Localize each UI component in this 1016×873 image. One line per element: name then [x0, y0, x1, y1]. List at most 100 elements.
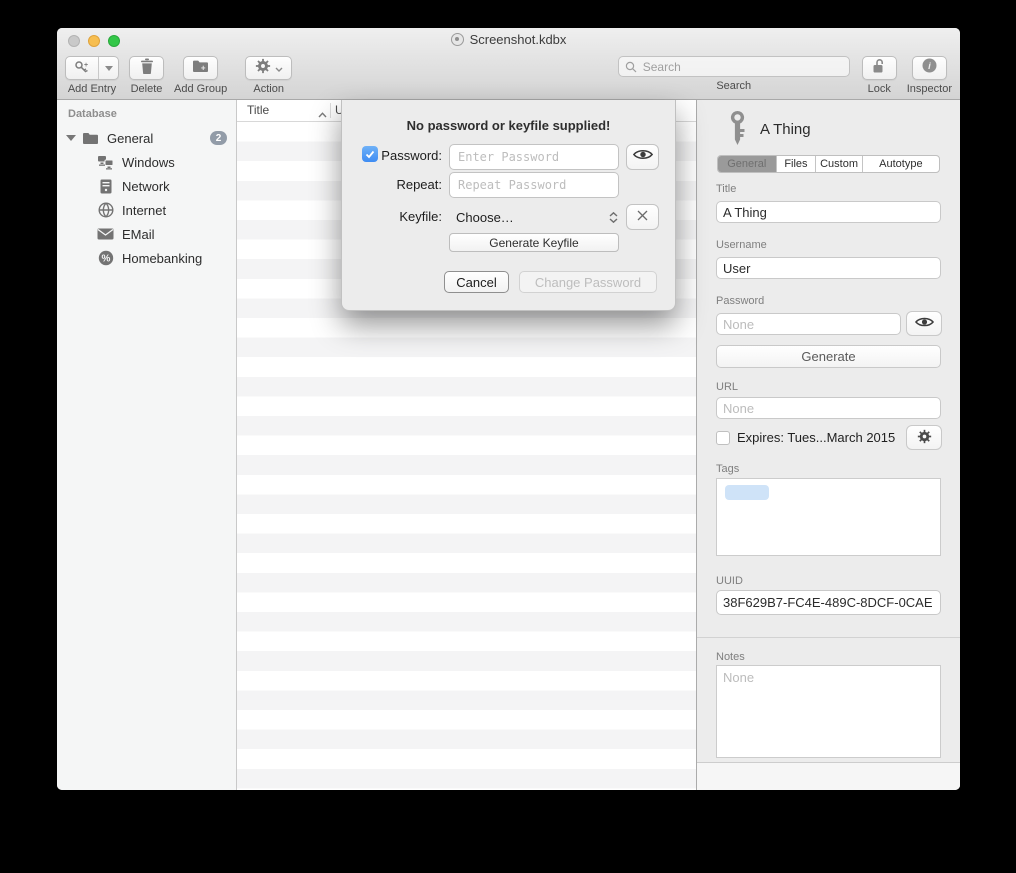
inspector-divider — [697, 637, 960, 638]
disclosure-triangle-icon[interactable] — [66, 135, 76, 141]
generate-keyfile-button[interactable]: Generate Keyfile — [449, 233, 619, 252]
tab-autotype[interactable]: Autotype — [863, 156, 939, 172]
dialog-password-input[interactable] — [449, 144, 619, 170]
url-input[interactable] — [716, 397, 941, 419]
trash-icon — [140, 58, 154, 79]
entry-title: A Thing — [760, 121, 811, 138]
envelope-icon — [97, 228, 114, 240]
sidebar-item-email[interactable]: EMail — [57, 222, 236, 246]
toolbar-lock: Lock — [862, 56, 897, 95]
windows-network-icon — [97, 155, 114, 170]
username-input[interactable] — [716, 257, 941, 279]
globe-icon — [97, 202, 114, 218]
title-area: Screenshot.kdbx — [57, 32, 960, 47]
search-field[interactable] — [618, 56, 850, 77]
folder-icon — [82, 132, 99, 145]
toolbar-action: Action — [245, 56, 292, 95]
tag-pill[interactable] — [725, 485, 769, 500]
toolbar-inspector: i Inspector — [907, 56, 952, 95]
sidebar-item-label: Homebanking — [122, 251, 202, 266]
keyfile-popup[interactable]: Choose… — [456, 207, 618, 227]
expires-settings-button[interactable] — [906, 425, 942, 450]
cancel-button-label: Cancel — [456, 275, 496, 290]
add-entry-dropdown-icon[interactable] — [99, 57, 118, 79]
sidebar-item-label: EMail — [122, 227, 155, 242]
cancel-button[interactable]: Cancel — [444, 271, 509, 293]
server-icon — [97, 179, 114, 194]
expires-label: Expires: Tues...March 2015 — [737, 430, 895, 445]
tags-box[interactable] — [716, 478, 941, 556]
percent-circle-icon: % — [97, 250, 114, 266]
column-separator[interactable] — [330, 103, 331, 118]
key-plus-icon[interactable]: + — [66, 57, 99, 79]
document-proxy-icon[interactable] — [451, 33, 464, 46]
add-entry-button[interactable]: + — [65, 56, 119, 80]
gear-icon — [255, 58, 271, 79]
sidebar-item-label: Network — [122, 179, 170, 194]
search-input[interactable] — [641, 59, 843, 75]
username-field-label: Username — [716, 239, 767, 251]
titlebar[interactable]: Screenshot.kdbx — [57, 28, 960, 52]
sidebar: Database General 2 Windows — [57, 100, 237, 790]
unlock-icon — [872, 58, 886, 79]
search-label: Search — [716, 80, 751, 92]
add-group-button[interactable]: + — [183, 56, 218, 80]
toolbar-delete: Delete — [129, 56, 164, 95]
sidebar-item-homebanking[interactable]: % Homebanking — [57, 246, 236, 270]
tab-files[interactable]: Files — [777, 156, 817, 172]
uuid-input[interactable] — [716, 590, 941, 615]
clear-keyfile-button[interactable] — [626, 204, 659, 230]
notes-field-label: Notes — [716, 651, 745, 663]
sort-ascending-icon — [318, 107, 327, 121]
dialog-repeat-input[interactable] — [449, 172, 619, 198]
tab-general[interactable]: General — [718, 156, 777, 172]
sidebar-item-windows[interactable]: Windows — [57, 150, 236, 174]
window-chrome: Screenshot.kdbx + Add Entry — [57, 28, 960, 100]
title-input[interactable] — [716, 201, 941, 223]
screenshot-stage: Screenshot.kdbx + Add Entry — [0, 0, 1016, 873]
delete-label: Delete — [131, 83, 163, 95]
lock-label: Lock — [868, 83, 891, 95]
lock-button[interactable] — [862, 56, 897, 80]
folder-plus-icon: + — [192, 59, 209, 78]
change-password-label: Change Password — [535, 275, 641, 290]
gear-icon — [917, 429, 932, 447]
inspector-panel: A Thing General Files Custom Autotype Ti… — [696, 100, 960, 790]
generate-keyfile-label: Generate Keyfile — [489, 236, 578, 250]
notes-textarea[interactable] — [716, 665, 941, 758]
expires-checkbox[interactable] — [716, 431, 730, 445]
change-password-button[interactable]: Change Password — [519, 271, 657, 293]
sidebar-section-header: Database — [68, 108, 117, 120]
uuid-field-label: UUID — [716, 575, 743, 587]
show-password-button[interactable] — [906, 311, 942, 336]
popup-stepper-icon — [609, 212, 618, 223]
sidebar-item-general[interactable]: General 2 — [57, 126, 236, 150]
sidebar-item-network[interactable]: Network — [57, 174, 236, 198]
key-icon — [727, 110, 748, 149]
expires-row: Expires: Tues...March 2015 — [716, 430, 895, 445]
sidebar-item-label: Windows — [122, 155, 175, 170]
keyfile-popup-value: Choose… — [456, 210, 514, 225]
chevron-down-icon — [275, 59, 283, 77]
inspector-tabs: General Files Custom Autotype — [717, 155, 940, 173]
eye-icon — [915, 316, 934, 331]
window-title: Screenshot.kdbx — [470, 32, 567, 47]
tab-custom[interactable]: Custom — [816, 156, 862, 172]
inspector-footer — [697, 762, 960, 790]
tags-field-label: Tags — [716, 463, 739, 475]
password-input[interactable] — [716, 313, 901, 335]
action-label: Action — [253, 83, 284, 95]
inspector-label: Inspector — [907, 83, 952, 95]
generate-password-button[interactable]: Generate — [716, 345, 941, 368]
close-icon — [637, 208, 648, 226]
dialog-show-password-button[interactable] — [626, 144, 659, 170]
svg-text:+: + — [84, 62, 88, 69]
sidebar-item-internet[interactable]: Internet — [57, 198, 236, 222]
dialog-repeat-label: Repeat: — [346, 177, 442, 192]
column-header-title[interactable]: Title — [247, 103, 269, 117]
svg-text:i: i — [928, 61, 931, 72]
delete-button[interactable] — [129, 56, 164, 80]
eye-icon — [633, 148, 653, 166]
action-button[interactable] — [245, 56, 292, 80]
inspector-button[interactable]: i — [912, 56, 947, 80]
